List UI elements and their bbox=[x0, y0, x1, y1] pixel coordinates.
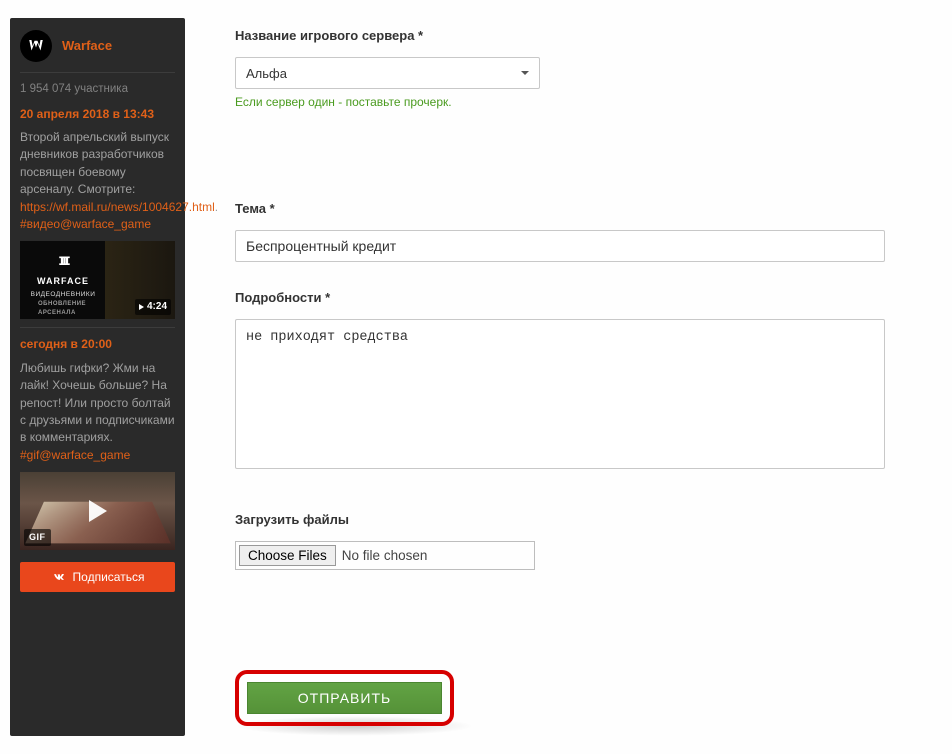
choose-files-button[interactable]: Choose Files bbox=[239, 545, 336, 566]
server-selected-value: Альфа bbox=[246, 66, 287, 81]
post-hashtag[interactable]: #gif@warface_game bbox=[20, 448, 130, 462]
file-input[interactable]: Choose Files No file chosen bbox=[235, 541, 535, 570]
video-duration: 4:24 bbox=[135, 299, 171, 316]
subscribe-label: Подписаться bbox=[73, 570, 145, 584]
warface-logo-icon: ɪıɪ bbox=[59, 249, 67, 272]
post-body: Любишь гифки? Жми на лайк! Хочешь больше… bbox=[20, 360, 175, 464]
sidebar: Warface 1 954 074 участника 20 апреля 20… bbox=[10, 18, 185, 736]
post-timestamp[interactable]: сегодня в 20:00 bbox=[20, 336, 175, 353]
vk-icon bbox=[51, 570, 65, 584]
gif-thumbnail[interactable]: GIF bbox=[20, 472, 175, 550]
submit-button[interactable]: ОТПРАВИТЬ bbox=[247, 682, 442, 714]
server-select[interactable]: Альфа bbox=[235, 57, 540, 89]
details-label: Подробности * bbox=[235, 290, 855, 305]
details-textarea[interactable] bbox=[235, 319, 885, 469]
form-area: Название игрового сервера * Альфа Если с… bbox=[185, 18, 905, 736]
play-icon bbox=[89, 500, 107, 522]
file-status: No file chosen bbox=[342, 548, 428, 563]
chevron-down-icon bbox=[521, 71, 529, 75]
subscribers-count: 1 954 074 участника bbox=[20, 81, 175, 98]
gif-badge: GIF bbox=[24, 529, 51, 546]
community-title[interactable]: Warface bbox=[62, 37, 112, 56]
files-label: Загрузить файлы bbox=[235, 512, 855, 527]
topic-label: Тема * bbox=[235, 201, 855, 216]
submit-highlight: ОТПРАВИТЬ bbox=[235, 670, 454, 726]
post-timestamp[interactable]: 20 апреля 2018 в 13:43 bbox=[20, 106, 175, 123]
video-thumbnail[interactable]: ɪıɪ WARFACE ВИДЕОДНЕВНИКИ ОБНОВЛЕНИЕ АРС… bbox=[20, 241, 175, 319]
server-label: Название игрового сервера * bbox=[235, 28, 855, 43]
warface-logo-icon bbox=[27, 37, 45, 55]
community-header[interactable]: Warface bbox=[20, 30, 175, 62]
post-body: Второй апрельский выпуск дневников разра… bbox=[20, 129, 175, 233]
subscribe-button[interactable]: Подписаться bbox=[20, 562, 175, 592]
post-text: Любишь гифки? Жми на лайк! Хочешь больше… bbox=[20, 361, 175, 445]
divider bbox=[20, 327, 175, 328]
post-hashtag[interactable]: #видео@warface_game bbox=[20, 217, 151, 231]
community-avatar bbox=[20, 30, 52, 62]
server-hint: Если сервер один - поставьте прочерк. bbox=[235, 95, 855, 109]
topic-input[interactable] bbox=[235, 230, 885, 262]
divider bbox=[20, 72, 175, 73]
post-text: Второй апрельский выпуск дневников разра… bbox=[20, 130, 169, 196]
